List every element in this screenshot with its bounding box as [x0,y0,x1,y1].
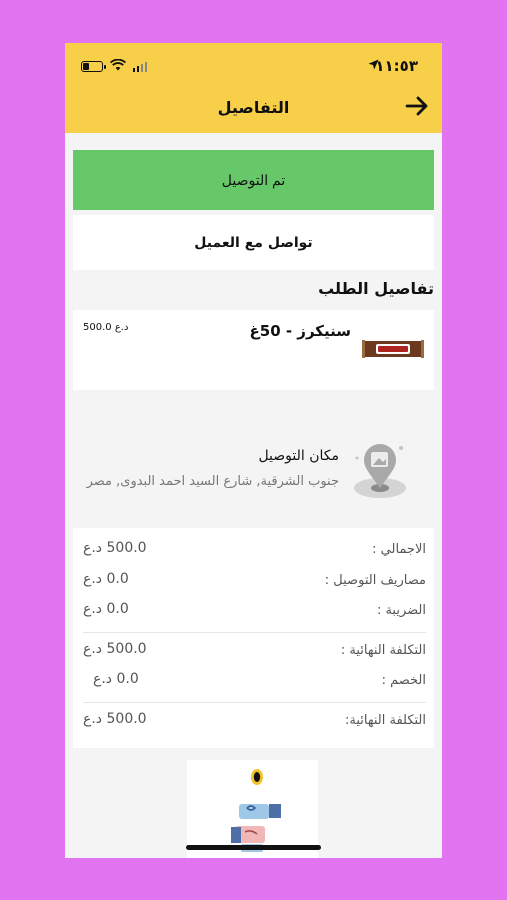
product-name: سنيكرز - 50غ [249,322,351,340]
total-label: الاجمالي : [372,542,426,557]
delivery-address: جنوب الشرقية, شارع السيد احمد البدوى, مص… [86,474,339,489]
delivery-title: مكان التوصيل [258,448,339,464]
page-title: التفاصيل [217,98,290,117]
order-item-card: سنيكرز - 50غ 500.0 د.ع [73,310,434,390]
grand-total-label: التكلفة النهائية: [345,713,426,728]
contact-customer-label: تواصل مع العميل [194,234,313,251]
grand-total-row: التكلفة النهائية: 500.0 د.ع [73,711,434,735]
delivery-location-card: مكان التوصيل جنوب الشرقية, شارع السيد اح… [73,438,434,513]
map-pin-icon [352,444,414,502]
snickers-bar-image [362,338,424,360]
payment-handover-illustration [187,760,318,858]
tax-value: 0.0 د.ع [83,601,129,617]
discount-label: الخصم : [381,673,426,688]
divider [83,702,426,703]
status-icons [81,58,147,74]
battery-icon [81,61,106,72]
delivery-fee-label: مصاريف التوصيل : [324,573,426,588]
discount-value: 0.0 د.ع [93,671,139,687]
delivered-button[interactable]: تم التوصيل [73,150,434,210]
final-cost-row: التكلفة النهائية : 500.0 د.ع [73,641,434,665]
tax-label: الضريبة : [376,603,426,618]
total-value: 500.0 د.ع [83,540,147,556]
delivery-fee-row: مصاريف التوصيل : 0.0 د.ع [73,571,434,595]
wifi-icon [109,58,127,74]
home-indicator[interactable] [186,845,321,850]
contact-customer-button[interactable]: تواصل مع العميل [73,215,434,270]
signal-icon [133,61,147,72]
delivery-fee-value: 0.0 د.ع [83,571,129,587]
grand-total-value: 500.0 د.ع [83,711,147,727]
divider [83,632,426,633]
total-row: الاجمالي : 500.0 د.ع [73,540,434,564]
discount-row: الخصم : 0.0 د.ع [73,671,434,695]
order-details-title: تفاصيل الطلب [318,279,434,298]
final-cost-value: 500.0 د.ع [83,641,147,657]
app-screen: ١١:٥٣ التفاصيل تم التوصيل تواصل مع العمي… [65,43,442,858]
product-price: 500.0 د.ع [83,322,129,333]
totals-card: الاجمالي : 500.0 د.ع مصاريف التوصيل : 0.… [73,528,434,748]
final-cost-label: التكلفة النهائية : [340,643,426,658]
arrow-right-icon[interactable] [404,93,430,119]
app-header: ١١:٥٣ التفاصيل [65,43,442,133]
tax-row: الضريبة : 0.0 د.ع [73,601,434,625]
status-time: ١١:٥٣ [375,57,418,75]
